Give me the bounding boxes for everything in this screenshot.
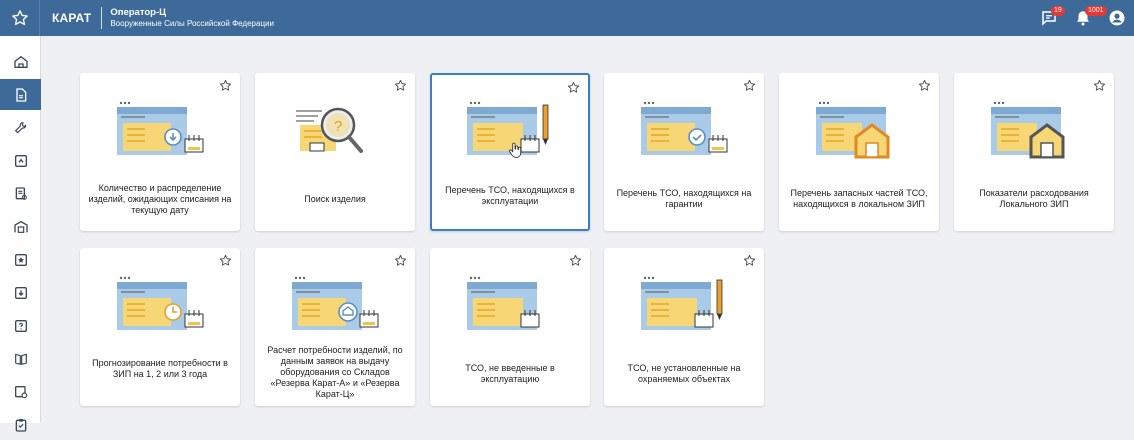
organization-name: Вооруженные Силы Российской Федерации <box>110 18 274 29</box>
card-tso-under-warranty[interactable]: Перечень ТСО, находящихся на гарантии <box>604 73 764 231</box>
report-icon <box>13 186 29 202</box>
card-local-zip-consumption[interactable]: Показатели расходования Локального ЗИП <box>954 73 1114 231</box>
card-label: Перечень запасных частей ТСО, находящихс… <box>785 188 933 210</box>
sidebar-item-settings-docs[interactable] <box>0 376 41 407</box>
user-account-button[interactable] <box>1100 0 1134 36</box>
card-tso-not-commissioned[interactable]: ТСО, не введенные в эксплуатацию <box>430 248 590 406</box>
sidebar-item-tools[interactable] <box>0 112 41 143</box>
question-box-icon <box>13 318 29 334</box>
card-item-search[interactable]: ? Поиск изделия <box>255 73 415 231</box>
warehouse-stats-icon <box>989 99 1081 159</box>
favorites-star-icon[interactable] <box>0 0 40 36</box>
magnifier-search-icon: ? <box>290 99 382 159</box>
main-content: Количество и распределение изделий, ожид… <box>41 36 1134 423</box>
sidebar-item-reports[interactable] <box>0 178 41 209</box>
sidebar-item-favorites[interactable] <box>0 244 41 275</box>
favorite-star-icon[interactable] <box>394 254 407 272</box>
top-bar: КАРАТ Оператор-Ц Вооруженные Силы Россий… <box>0 0 1134 36</box>
download-box-icon <box>13 285 29 301</box>
hand-cursor-icon <box>508 142 522 158</box>
home-document-icon <box>290 274 382 334</box>
messages-button[interactable]: 19 <box>1032 0 1066 36</box>
document-icon <box>13 87 29 103</box>
favorite-star-icon[interactable] <box>743 79 756 97</box>
card-label: Перечень ТСО, находящихся в эксплуатации <box>438 185 582 207</box>
book-icon <box>13 351 29 367</box>
card-label: ТСО, не введенные в эксплуатацию <box>436 363 584 385</box>
arrow-box-icon <box>13 153 29 169</box>
sidebar-item-library[interactable] <box>0 343 41 374</box>
warehouse-icon <box>13 219 29 235</box>
settings-doc-icon <box>13 384 29 400</box>
notifications-button[interactable]: 1001 <box>1066 0 1100 36</box>
sidebar-item-warehouse[interactable] <box>0 211 41 242</box>
card-tso-in-operation[interactable]: Перечень ТСО, находящихся в эксплуатации <box>430 73 590 231</box>
warehouse-document-icon <box>814 99 906 159</box>
favorite-star-icon[interactable] <box>743 254 756 272</box>
card-tso-not-installed[interactable]: ТСО, не установленные на охраняемых объе… <box>604 248 764 406</box>
warranty-check-icon <box>639 99 731 159</box>
card-label: Прогнозирование потребности в ЗИП на 1, … <box>86 358 234 380</box>
clock-document-icon <box>115 274 207 334</box>
favorite-star-icon[interactable] <box>567 81 580 99</box>
home-icon <box>13 54 29 70</box>
favorite-star-icon[interactable] <box>394 79 407 97</box>
sidebar <box>0 36 41 423</box>
card-writeoff-items[interactable]: Количество и распределение изделий, ожид… <box>80 73 240 231</box>
sidebar-item-home[interactable] <box>0 46 41 77</box>
svg-text:?: ? <box>334 118 342 135</box>
sidebar-item-arrow-box[interactable] <box>0 145 41 176</box>
favorite-star-icon[interactable] <box>219 79 232 97</box>
card-label: Поиск изделия <box>261 194 409 205</box>
messages-badge: 19 <box>1051 6 1065 16</box>
user-icon <box>1108 9 1126 27</box>
card-demand-calculation[interactable]: Расчет потребности изделий, по данным за… <box>255 248 415 406</box>
document-device-icon <box>465 274 557 334</box>
clipboard-icon <box>13 417 29 433</box>
app-brand: КАРАТ <box>40 11 101 25</box>
card-zip-forecast[interactable]: Прогнозирование потребности в ЗИП на 1, … <box>80 248 240 406</box>
favorite-star-icon[interactable] <box>219 254 232 272</box>
sidebar-item-help[interactable] <box>0 310 41 341</box>
card-label: Расчет потребности изделий, по данным за… <box>261 345 409 400</box>
card-label: ТСО, не установленные на охраняемых объе… <box>610 363 758 385</box>
download-document-icon <box>115 99 207 159</box>
star-box-icon <box>13 252 29 268</box>
sidebar-item-clipboard[interactable] <box>0 409 41 440</box>
favorite-star-icon[interactable] <box>1093 79 1106 97</box>
card-spare-parts-local-zip[interactable]: Перечень запасных частей ТСО, находящихс… <box>779 73 939 231</box>
role-block: Оператор-Ц Вооруженные Силы Российской Ф… <box>102 7 274 29</box>
wrench-icon <box>13 120 29 136</box>
sidebar-item-documents[interactable] <box>0 79 41 110</box>
sidebar-item-download[interactable] <box>0 277 41 308</box>
card-label: Перечень ТСО, находящихся на гарантии <box>610 188 758 210</box>
card-label: Показатели расходования Локального ЗИП <box>960 188 1108 210</box>
card-label: Количество и распределение изделий, ожид… <box>86 183 234 216</box>
favorite-star-icon[interactable] <box>569 254 582 272</box>
document-pen-icon <box>639 274 731 334</box>
header-divider <box>101 7 102 29</box>
role-title: Оператор-Ц <box>110 7 274 18</box>
favorite-star-icon[interactable] <box>918 79 931 97</box>
